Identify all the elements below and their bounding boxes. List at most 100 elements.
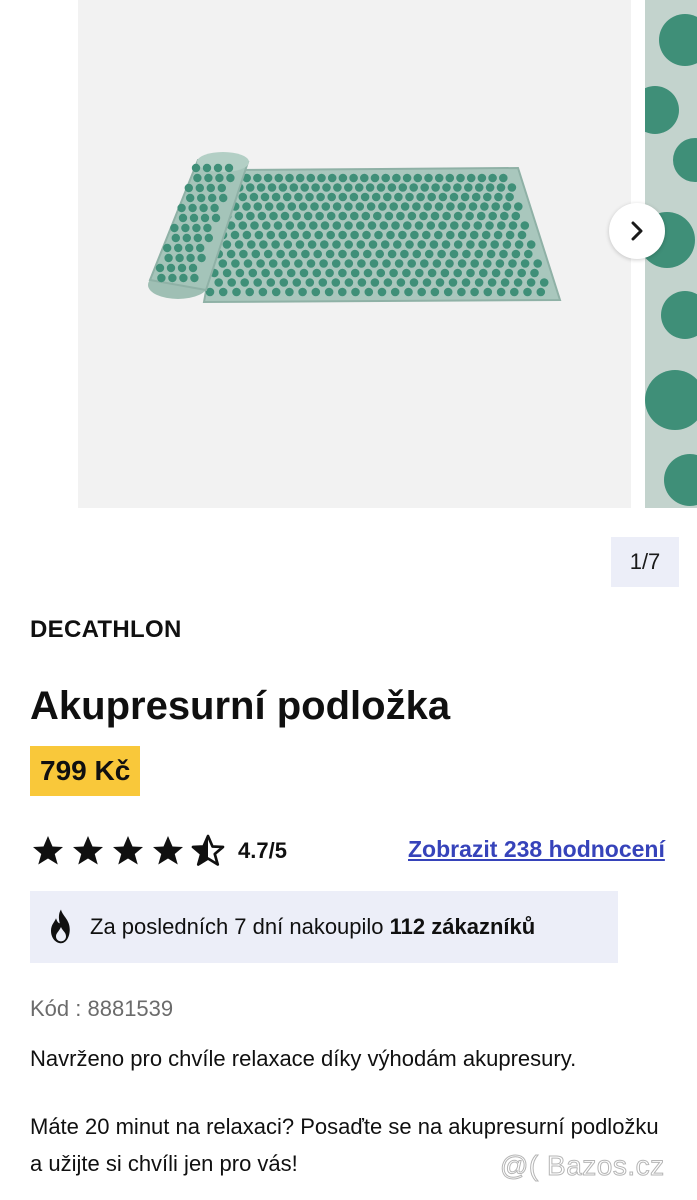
mat-spike <box>231 259 240 268</box>
mat-spike <box>457 230 467 240</box>
mat-spike <box>494 192 503 202</box>
mat-spike <box>282 192 292 202</box>
rating-value: 4.7/5 <box>238 838 287 863</box>
mat-spike <box>483 287 493 297</box>
mat-spike <box>438 192 448 202</box>
mat-spike <box>226 249 236 259</box>
mat-spike <box>442 211 451 221</box>
pillow-spike <box>168 273 177 283</box>
mat-spike <box>338 211 348 221</box>
mat-spike <box>370 278 380 287</box>
mat-spike <box>438 221 447 230</box>
mat-spike <box>311 183 320 192</box>
image-counter: 1/7 <box>611 537 679 587</box>
pillow-spike <box>199 203 208 213</box>
mat-spike <box>491 268 501 278</box>
mat-spike <box>283 240 293 249</box>
mat-spike <box>245 183 255 192</box>
mat-spike <box>376 183 386 192</box>
mat-spike <box>383 192 392 202</box>
mat-spike <box>514 240 524 249</box>
mat-spike <box>303 211 313 221</box>
mat-spike <box>370 173 380 183</box>
mat-spike <box>476 211 486 221</box>
mat-spike <box>414 221 424 230</box>
pillow-spike <box>182 233 191 243</box>
mat-spike <box>422 230 431 240</box>
mat-spike <box>429 240 439 249</box>
mat-spike <box>350 211 359 221</box>
mat-spike <box>396 211 405 221</box>
show-reviews-link[interactable]: Zobrazit 238 hodnocení <box>408 836 665 863</box>
mat-spike <box>499 249 508 259</box>
mat-spike <box>326 230 335 240</box>
mat-spike <box>412 202 421 211</box>
mat-spike <box>464 183 473 192</box>
mat-spike <box>507 183 517 192</box>
mat-spike <box>505 230 515 240</box>
mat-spike <box>249 192 259 202</box>
pillow-spike <box>226 173 235 183</box>
mat-spike <box>427 268 437 278</box>
mat-spike <box>344 278 354 287</box>
pillow-spike <box>186 193 195 203</box>
mat-spike <box>222 268 232 278</box>
mat-spike <box>360 192 370 202</box>
pillow-spike <box>219 193 228 203</box>
mat-spike <box>375 249 385 259</box>
pillow-spike <box>224 163 234 173</box>
mat-spike <box>271 240 280 249</box>
pillow-spike <box>170 223 179 233</box>
mat-spike <box>281 259 291 268</box>
mat-spike <box>440 268 450 278</box>
mat-spike <box>350 249 360 259</box>
pillow-spike <box>197 253 206 263</box>
mat-spike <box>332 221 342 230</box>
mat-spike <box>354 183 364 192</box>
mat-spike <box>435 278 445 287</box>
mat-spike <box>280 211 290 221</box>
pillow-spike <box>177 263 187 273</box>
next-image-button[interactable] <box>609 203 665 259</box>
mat-spike <box>357 278 367 287</box>
brand-name[interactable]: DECATHLON <box>30 616 182 644</box>
mat-spike <box>499 173 508 183</box>
mat-spike <box>364 287 374 297</box>
fire-icon <box>51 909 70 944</box>
pillow-spike <box>155 263 165 273</box>
star-full-icon <box>73 836 103 865</box>
mat-spike <box>481 230 491 240</box>
mat-spike <box>369 259 379 268</box>
mat-spike <box>380 240 390 249</box>
pillow-spike <box>213 163 223 173</box>
mat-spike <box>508 221 518 230</box>
mat-spike <box>344 259 354 268</box>
mat-spike <box>266 278 276 287</box>
mat-spike <box>247 240 256 249</box>
mat-spike <box>468 202 478 211</box>
mat-spike <box>331 278 341 287</box>
mat-spike <box>214 278 223 287</box>
mat-spike <box>363 268 373 278</box>
pillow-spike <box>196 243 205 253</box>
mat-spike <box>461 278 471 287</box>
product-gallery[interactable] <box>0 0 697 508</box>
mat-spike <box>227 278 236 287</box>
mat-spike <box>338 230 347 240</box>
mat-spike <box>504 268 514 278</box>
mat-spike <box>327 192 336 202</box>
price-value: 799 Kč <box>40 755 131 786</box>
mat-spike <box>320 221 330 230</box>
mat-spike <box>306 173 316 183</box>
mat-spike <box>242 230 252 240</box>
mat-spike <box>445 173 455 183</box>
mat-spike <box>471 192 481 202</box>
mat-spike <box>298 287 307 297</box>
mat-spike <box>497 221 506 230</box>
product-image[interactable] <box>78 0 631 508</box>
mat-spike <box>318 278 328 287</box>
mat-spike <box>409 183 419 192</box>
mat-spike <box>320 240 329 249</box>
mat-spike <box>405 192 414 202</box>
mat-spike <box>526 240 536 249</box>
